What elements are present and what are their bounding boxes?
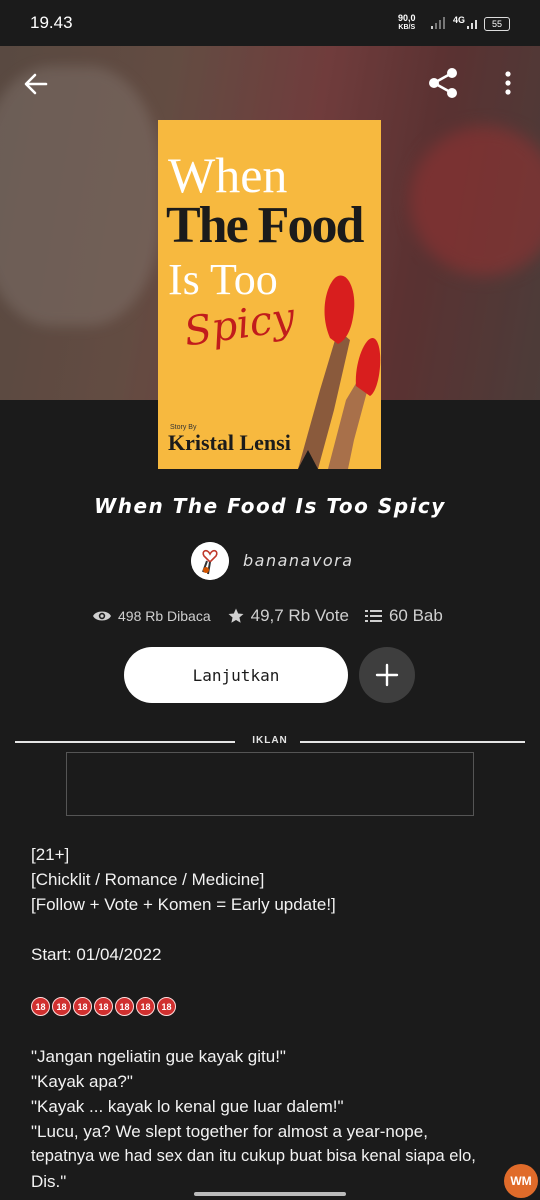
views-count: 498 Rb Dibaca bbox=[118, 608, 211, 624]
ad-label: IKLAN bbox=[252, 735, 288, 746]
desc-line: [Chicklit / Romance / Medicine] bbox=[31, 870, 265, 889]
cover-author: Kristal Lensi bbox=[168, 430, 291, 455]
desc-line: "Kayak ... kayak lo kenal gue luar dalem… bbox=[31, 1097, 344, 1116]
no-under-18-icon: 18 bbox=[136, 997, 155, 1017]
chapters-stat: 60 Bab bbox=[364, 606, 443, 626]
desc-line: Dis." bbox=[31, 1172, 67, 1191]
signal-icon bbox=[431, 17, 445, 29]
avatar[interactable] bbox=[191, 542, 229, 580]
ad-divider-right bbox=[300, 741, 525, 743]
battery-indicator: 55 bbox=[484, 17, 510, 31]
book-cover[interactable]: When The Food Is Too Spicy Story By Kris… bbox=[158, 120, 381, 469]
emoji-row: 18 18 18 18 18 18 18 bbox=[31, 992, 521, 1019]
continue-reading-button[interactable]: Lanjutkan bbox=[124, 647, 348, 703]
cover-title-line2: The Food bbox=[166, 197, 364, 254]
chapters-count: 60 Bab bbox=[388, 606, 443, 625]
votes-stat: 49,7 Rb Vote bbox=[227, 606, 349, 626]
network-speed: 90,0 KB/S bbox=[398, 14, 416, 32]
arrow-left-icon bbox=[24, 73, 48, 95]
no-under-18-icon: 18 bbox=[94, 997, 113, 1017]
desc-line: [21+] bbox=[31, 845, 70, 864]
story-title: When The Food Is Too Spicy bbox=[94, 494, 446, 518]
no-under-18-icon: 18 bbox=[52, 997, 71, 1017]
author-username[interactable]: bananavora bbox=[243, 551, 354, 570]
avatar-image bbox=[191, 542, 229, 580]
no-under-18-icon: 18 bbox=[157, 997, 176, 1017]
share-icon bbox=[429, 68, 457, 98]
star-icon bbox=[228, 608, 244, 623]
eye-icon bbox=[93, 611, 111, 621]
add-to-library-button[interactable] bbox=[359, 647, 415, 703]
ad-divider-left bbox=[15, 741, 235, 743]
desc-line: Start: 01/04/2022 bbox=[31, 945, 162, 964]
desc-line: "Kayak apa?" bbox=[31, 1072, 133, 1091]
list-icon bbox=[364, 610, 382, 622]
status-time: 19.43 bbox=[30, 13, 73, 32]
more-vertical-icon bbox=[505, 71, 511, 95]
cover-title-line3: Is Too bbox=[168, 255, 278, 304]
continue-label: Lanjutkan bbox=[192, 665, 280, 685]
desc-line: "Jangan ngeliatin gue kayak gitu!" bbox=[31, 1047, 286, 1066]
desc-line: [Follow + Vote + Komen = Early update!] bbox=[31, 895, 336, 914]
network-type: 4G bbox=[453, 15, 466, 25]
no-under-18-icon: 18 bbox=[115, 997, 134, 1017]
status-bar: 19.43 90,0 KB/S 4G 55 bbox=[0, 0, 540, 46]
views-stat: 498 Rb Dibaca bbox=[92, 608, 211, 624]
votes-count: 49,7 Rb Vote bbox=[250, 606, 349, 625]
back-button[interactable] bbox=[22, 70, 50, 103]
plus-icon bbox=[375, 663, 399, 687]
ad-slot[interactable] bbox=[66, 752, 474, 816]
share-button[interactable] bbox=[426, 66, 460, 105]
desc-line: tepatnya we had sex dan itu cukup buat b… bbox=[31, 1147, 476, 1165]
no-under-18-icon: 18 bbox=[31, 997, 50, 1017]
desc-line: "Lucu, ya? We slept together for almost … bbox=[31, 1122, 428, 1141]
story-description: [21+] [Chicklit / Romance / Medicine] [F… bbox=[31, 842, 521, 1194]
story-stats: 498 Rb Dibaca 49,7 Rb Vote 60 Bab bbox=[92, 604, 459, 628]
signal-icon-2 bbox=[467, 20, 477, 29]
no-under-18-icon: 18 bbox=[73, 997, 92, 1017]
cover-title-line1: When bbox=[168, 147, 288, 203]
network-speed-unit: KB/S bbox=[398, 24, 416, 31]
more-options-button[interactable] bbox=[502, 70, 514, 101]
watermark-logo: WM bbox=[504, 1164, 538, 1198]
network-speed-value: 90,0 bbox=[398, 13, 416, 23]
home-indicator[interactable] bbox=[194, 1192, 346, 1196]
